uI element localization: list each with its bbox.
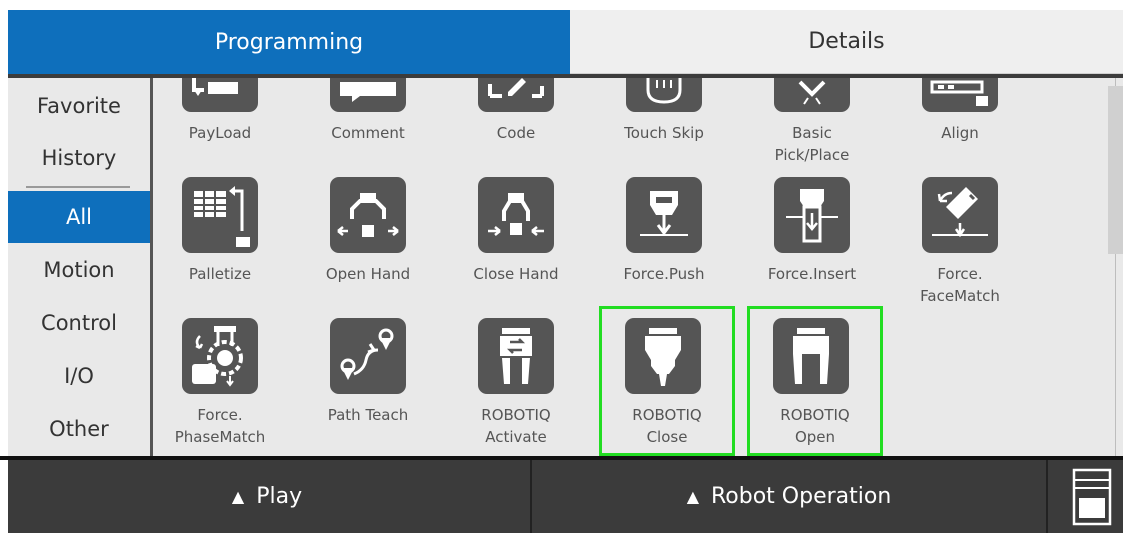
code-icon (478, 78, 554, 112)
scroll-thumb[interactable] (1108, 86, 1123, 254)
command-label: Open Hand (325, 265, 411, 283)
teach-pendant-button[interactable] (1061, 460, 1123, 533)
command-label: Code (496, 124, 536, 142)
command-label: ROBOTIQ Open (780, 406, 850, 446)
command-force-insert[interactable]: Force.Insert (754, 177, 870, 317)
command-path-teach[interactable]: Path Teach (310, 318, 426, 456)
command-force-push[interactable]: Force.Push (606, 177, 722, 317)
command-close-hand[interactable]: Close Hand (458, 177, 574, 317)
teach-pendant-icon (1072, 468, 1112, 525)
robot-operation-label: Robot Operation (711, 484, 892, 509)
sidebar-item-all[interactable]: All (8, 191, 150, 243)
triangle-up-icon: ▲ (686, 487, 699, 506)
command-label: Basic Pick/Place (774, 124, 850, 164)
sidebar-item-control[interactable]: Control (8, 297, 150, 349)
command-touch-skip[interactable]: Touch Skip (606, 78, 722, 176)
close-hand-icon (478, 177, 554, 253)
command-force-phasematch[interactable]: Force. PhaseMatch (162, 318, 278, 456)
payload-icon (182, 78, 258, 112)
triangle-up-icon: ▲ (231, 487, 245, 506)
sidebar-divider (26, 186, 130, 188)
command-align[interactable]: Align (902, 78, 1018, 176)
play-label: Play (256, 484, 303, 509)
command-label: Force. FaceMatch (920, 265, 1000, 305)
palette-scrollbar[interactable] (1108, 78, 1123, 456)
sidebar-item-favorite[interactable]: Favorite (8, 80, 150, 132)
command-label: Palletize (188, 265, 252, 283)
play-button[interactable]: ▲ Play (8, 460, 526, 533)
command-label: Comment (331, 124, 405, 142)
tab-bar: Programming Details (8, 10, 1123, 74)
robot-operation-button[interactable]: ▲ Robot Operation (530, 460, 1048, 533)
category-sidebar: Favorite History All Motion Control I/O … (8, 78, 150, 456)
command-label: ROBOTIQ Close (632, 406, 702, 446)
sidebar-item-history[interactable]: History (8, 132, 150, 184)
robotiq-open-icon (773, 318, 849, 394)
force-facematch-icon (922, 177, 998, 253)
robotiq-close-icon (625, 318, 701, 394)
bottom-bar: ▲ Play ▲ Robot Operation (8, 460, 1123, 533)
command-open-hand[interactable]: Open Hand (310, 177, 426, 317)
command-label: Close Hand (473, 265, 559, 283)
tab-programming[interactable]: Programming (8, 10, 570, 74)
command-label: Align (941, 124, 979, 142)
robotiq-activate-icon (478, 318, 554, 394)
comment-icon (330, 78, 406, 112)
command-code[interactable]: Code (458, 78, 574, 176)
tab-details[interactable]: Details (570, 10, 1123, 74)
command-label: ROBOTIQ Activate (481, 406, 551, 446)
sidebar-item-other[interactable]: Other (8, 403, 150, 455)
command-robotiq-activate[interactable]: ROBOTIQ Activate (458, 318, 574, 456)
pick-place-icon (774, 78, 850, 112)
align-icon (922, 78, 998, 112)
open-hand-icon (330, 177, 406, 253)
palletize-icon (182, 177, 258, 253)
command-label: Touch Skip (624, 124, 704, 142)
sidebar-item-io[interactable]: I/O (8, 350, 150, 402)
command-comment[interactable]: Comment (310, 78, 426, 176)
command-label: PayLoad (188, 124, 252, 142)
command-label: Path Teach (327, 406, 409, 424)
command-label: Force. PhaseMatch (174, 406, 266, 446)
force-insert-icon (774, 177, 850, 253)
force-phasematch-icon (182, 318, 258, 394)
command-robotiq-close[interactable]: ROBOTIQ Close (599, 306, 735, 456)
command-palletize[interactable]: Palletize (162, 177, 278, 317)
sidebar-item-motion[interactable]: Motion (8, 244, 150, 296)
force-push-icon (626, 177, 702, 253)
touch-skip-icon (626, 78, 702, 112)
command-robotiq-open[interactable]: ROBOTIQ Open (747, 306, 883, 456)
command-palette: PayLoad Comment Code Touch Skip Basic Pic… (153, 78, 1108, 456)
command-payload[interactable]: PayLoad (162, 78, 278, 176)
path-teach-icon (330, 318, 406, 394)
command-label: Force.Push (623, 265, 705, 283)
command-label: Force.Insert (767, 265, 857, 283)
command-force-facematch[interactable]: Force. FaceMatch (902, 177, 1018, 317)
command-basic-pick-place[interactable]: Basic Pick/Place (754, 78, 870, 176)
